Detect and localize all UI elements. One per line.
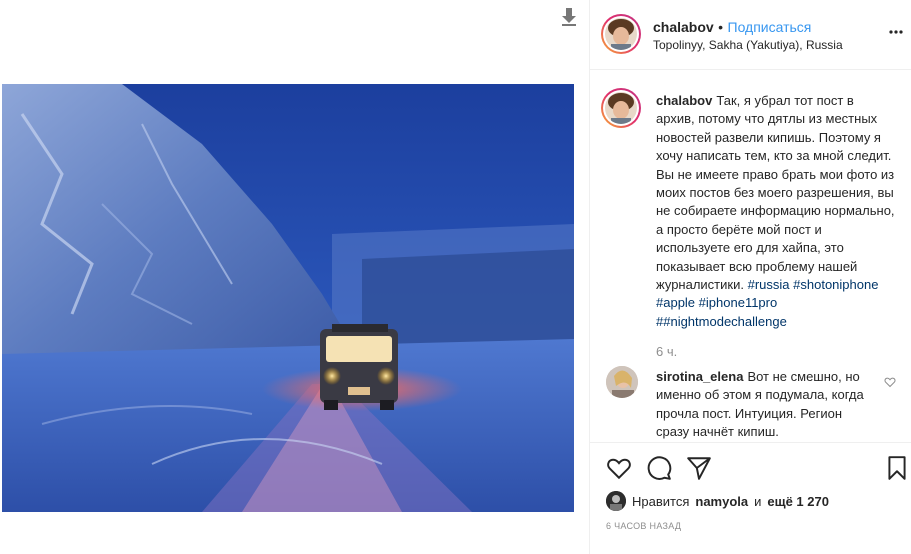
commenter-avatar[interactable] xyxy=(606,366,638,398)
comments-section[interactable]: chalabov Так, я убрал тот пост в архив, п… xyxy=(590,70,911,442)
follow-button[interactable]: Подписаться xyxy=(728,19,812,35)
caption-text: Так, я убрал тот пост в архив, потому чт… xyxy=(656,93,895,293)
likes-conjunction: и xyxy=(754,493,762,509)
hashtag-link[interactable]: #iphone11pro xyxy=(699,295,778,310)
separator-dot: • xyxy=(718,19,724,35)
share-icon[interactable] xyxy=(686,455,712,481)
comment: sirotina_elena Вот не смешно, но именно о… xyxy=(656,368,876,442)
commenter-username[interactable]: sirotina_elena xyxy=(656,369,743,384)
post-sidebar: chalabov • Подписаться Topolinyy, Sakha … xyxy=(589,0,911,554)
liker-avatar[interactable] xyxy=(606,491,626,511)
heart-icon[interactable] xyxy=(606,455,632,481)
caption-avatar[interactable] xyxy=(601,88,641,128)
post-timestamp[interactable]: 6 часов назад xyxy=(606,521,681,531)
likes-prefix: Нравится xyxy=(632,493,690,509)
liker-username[interactable]: namyola xyxy=(695,494,748,509)
hashtag-link[interactable]: ##nightmodechallenge xyxy=(656,314,787,329)
more-icon[interactable] xyxy=(888,24,904,40)
hashtag-link[interactable]: #shotoniphone xyxy=(793,277,878,292)
caption-username[interactable]: chalabov xyxy=(656,93,712,108)
bookmark-icon[interactable] xyxy=(884,455,910,481)
post-photo[interactable] xyxy=(2,84,574,512)
action-bar: Нравится namyola и ещё 1 270 6 часов наз… xyxy=(590,442,911,554)
author-username[interactable]: chalabov xyxy=(653,19,714,35)
media-pane xyxy=(0,0,589,554)
post-header: chalabov • Подписаться Topolinyy, Sakha … xyxy=(590,0,911,70)
download-icon[interactable] xyxy=(561,8,577,26)
hashtag-link[interactable]: #apple xyxy=(656,295,695,310)
comment-like-icon[interactable] xyxy=(884,376,896,388)
author-avatar[interactable] xyxy=(601,14,641,54)
comment-icon[interactable] xyxy=(646,455,672,481)
hashtag-link[interactable]: #russia xyxy=(748,277,790,292)
likes-count-link[interactable]: ещё 1 270 xyxy=(767,494,829,509)
post-location[interactable]: Topolinyy, Sakha (Yakutiya), Russia xyxy=(653,38,843,52)
caption: chalabov Так, я убрал тот пост в архив, п… xyxy=(656,92,896,331)
likes-summary: Нравится namyola и ещё 1 270 xyxy=(606,491,829,511)
caption-age[interactable]: 6 ч. xyxy=(656,344,677,359)
